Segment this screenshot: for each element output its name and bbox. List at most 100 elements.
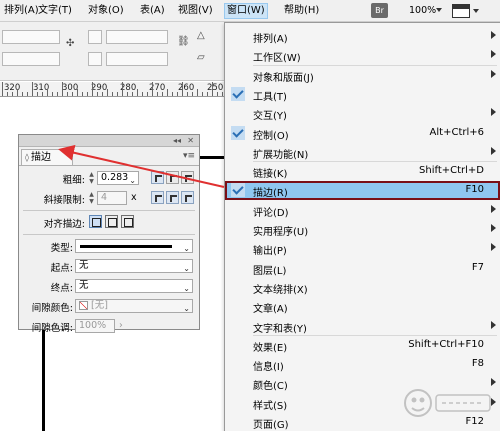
miter-input[interactable]: 4 [97,191,127,205]
gap-tint-input[interactable]: 100% [75,319,115,333]
weight-stepper[interactable]: ▲ ▼ [87,171,96,185]
chevron-down-icon[interactable]: ⌄ [183,303,190,315]
menu-item-shortcut: Shift+Ctrl+D [419,165,484,177]
panel-body: 粗细: ▲▼ 0.283 ⌄ 斜接限制: ▲▼ 4 x 对齐描边: 类型: [19,165,199,334]
align-outside-icon[interactable] [121,215,134,228]
menu-arrange[interactable]: 排列(A) [2,3,41,19]
align-center-icon[interactable] [89,215,102,228]
menu-help[interactable]: 帮助(H) [282,3,321,19]
solid-line-swatch [80,245,172,248]
tab-stroke[interactable]: ◊ 描边 [21,149,73,165]
collapse-icon[interactable]: ◂◂ [173,135,181,146]
menu-window[interactable]: 窗口(W) [224,3,268,19]
close-icon[interactable]: ✕ [187,135,194,146]
height-field[interactable] [106,52,168,66]
panel-titlebar[interactable]: ◂◂ ✕ [19,135,199,147]
menu-item-16[interactable]: 文字和表(Y) [225,317,500,336]
menu-view[interactable]: 视图(V) [176,3,215,19]
menu-object[interactable]: 对象(O) [86,3,126,19]
menu-item-10[interactable]: 评论(D) [225,201,500,220]
zoom-level[interactable]: 100% [409,3,436,19]
miter-stepper[interactable]: ▲ ▼ [87,191,96,205]
menu-item-label: 控制(O) [253,130,289,142]
zoom-dropdown-icon[interactable] [436,8,442,12]
align-inside-icon[interactable] [105,215,118,228]
join-bevel-icon[interactable] [181,191,194,204]
menu-item-label: 文字和表(Y) [253,323,307,335]
menu-item-11[interactable]: 实用程序(U) [225,220,500,239]
end-select[interactable]: 无 ⌄ [75,279,193,293]
y-field[interactable] [2,52,60,66]
chevron-down-icon[interactable]: ⌄ [183,243,190,255]
menu-item-label: 图层(L) [253,265,287,277]
weight-input[interactable]: 0.283 ⌄ [97,171,139,185]
ruler-tick [87,92,88,96]
submenu-arrow-icon [491,320,496,329]
ruler-tick [67,92,68,96]
ruler-tick [197,89,198,96]
gap-color-select[interactable]: [无] ⌄ [75,299,193,313]
chevron-down-icon[interactable]: ⌄ [183,263,190,275]
ruler-tick [102,92,103,96]
ruler-tick [57,92,58,96]
ruler-tick [82,92,83,96]
ruler-tick [182,82,183,96]
screen-mode-icon[interactable] [452,4,470,18]
menu-item-18[interactable]: 信息(I) F8 [225,355,500,374]
menu-item-12[interactable]: 输出(P) [225,239,500,258]
menu-item-4[interactable]: 工具(T) [225,85,500,104]
menu-item-label: 交互(Y) [253,111,287,123]
rotate-icon[interactable]: △ [197,30,205,41]
chevron-right-icon[interactable]: › [119,320,123,331]
x-field[interactable] [2,30,60,44]
ruler-tick [177,92,178,96]
frame-edge-top [198,156,224,159]
chevron-down-icon[interactable]: ⌄ [183,283,190,295]
cap-square-icon[interactable] [181,171,194,184]
constrain-h-icon[interactable] [88,52,102,66]
shear-icon[interactable]: ▱ [197,52,205,63]
horizontal-ruler: 320 310 300 290 280 270 260 250 [0,82,225,97]
ruler-tick [42,92,43,96]
menu-item-2[interactable]: 工作区(W) [225,46,500,65]
ruler-tick [132,92,133,96]
menu-type[interactable]: 文字(T) [36,3,74,19]
menu-item-1[interactable]: 排列(A) [225,27,500,46]
submenu-arrow-icon [491,204,496,213]
panel-menu-icon[interactable]: ▾≡ [183,151,195,161]
menu-item-13[interactable]: 图层(L) F7 [225,259,500,278]
menu-item-label: 工作区(W) [253,53,301,65]
cap-butt-icon[interactable] [151,171,164,184]
ruler-tick [127,92,128,96]
menu-item-6[interactable]: 控制(O) Alt+Ctrl+6 [225,124,500,143]
ruler-tick [7,92,8,96]
panel-divider [23,210,195,211]
bridge-icon[interactable]: Br [371,3,388,18]
menu-item-9[interactable]: 描边(R) F10 [225,181,500,201]
join-round-icon[interactable] [166,191,179,204]
align-stroke-group [87,215,137,229]
menu-item-15[interactable]: 文章(A) [225,297,500,316]
reference-point-icon[interactable]: ✣ [66,38,74,49]
menu-item-14[interactable]: 文本绕排(X) [225,278,500,297]
ruler-tick [142,92,143,96]
width-field[interactable] [106,30,168,44]
screen-mode-dropdown-icon[interactable] [473,9,479,13]
constrain-w-icon[interactable] [88,30,102,44]
type-select[interactable]: ⌄ [75,239,193,253]
start-select[interactable]: 无 ⌄ [75,259,193,273]
menu-item-17[interactable]: 效果(E) Shift+Ctrl+F10 [225,336,500,355]
menu-item-8[interactable]: 链接(K) Shift+Ctrl+D [225,162,500,181]
menu-item-3[interactable]: 对象和版面(J) [225,66,500,85]
menu-table[interactable]: 表(A) [138,3,167,19]
chain-link-icon[interactable]: ⛓ [177,36,190,47]
join-miter-icon[interactable] [151,191,164,204]
menu-item-label: 颜色(C) [253,381,288,393]
ruler-tick [187,92,188,96]
cap-round-icon[interactable] [166,171,179,184]
tab-toggle-icon[interactable]: ◊ [25,153,29,162]
stroke-panel: ◂◂ ✕ ◊ 描边 ▾≡ 粗细: ▲ ▼ 0.283 ⌄ 斜接限制: ▲ ▼ 4 x … [18,134,200,334]
menu-item-7[interactable]: 扩展功能(N) [225,143,500,162]
menu-item-5[interactable]: 交互(Y) [225,104,500,123]
chevron-down-icon[interactable]: ⌄ [129,175,136,187]
